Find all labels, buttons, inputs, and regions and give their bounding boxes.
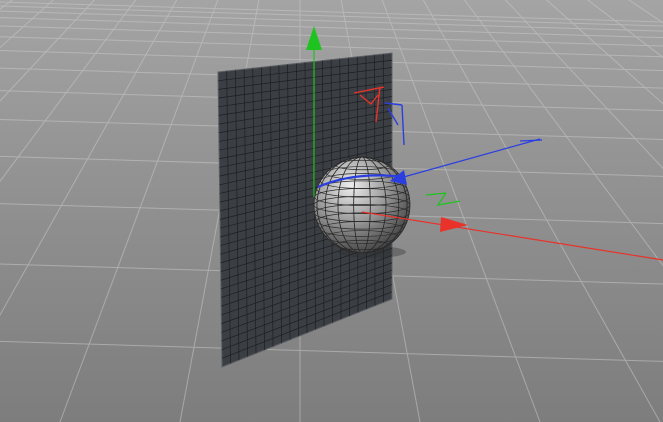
sphere-surface[interactable] (314, 157, 410, 253)
viewport-scene[interactable] (0, 0, 663, 422)
3d-viewport[interactable] (0, 0, 663, 422)
